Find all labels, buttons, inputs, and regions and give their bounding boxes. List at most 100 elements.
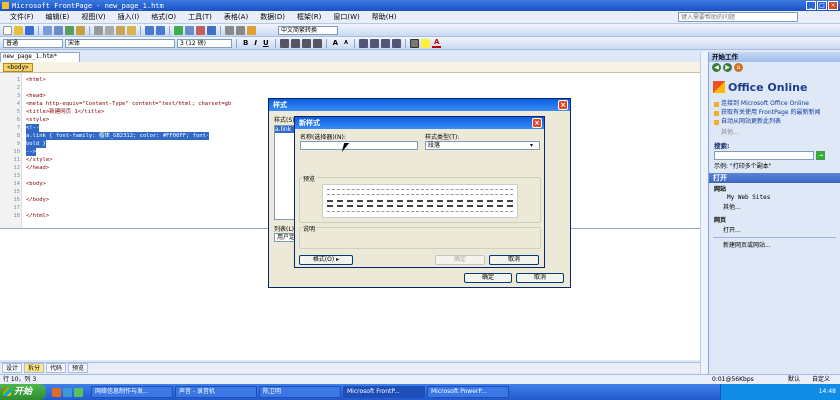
- code-line[interactable]: </head>: [26, 164, 49, 172]
- undo-icon[interactable]: [145, 25, 154, 35]
- close-button[interactable]: ×: [828, 1, 838, 10]
- style-item-a-link[interactable]: a.link: [275, 126, 295, 133]
- increase-font-button[interactable]: A: [331, 39, 340, 47]
- quicklaunch-desktop-icon[interactable]: [74, 387, 83, 397]
- tab-preview[interactable]: 预览: [68, 363, 89, 373]
- menu-edit[interactable]: 编辑(E): [40, 12, 76, 22]
- code-line[interactable]: </style>: [26, 156, 53, 164]
- quick-tag-body[interactable]: <body>: [3, 63, 33, 72]
- bold-button[interactable]: B: [241, 39, 250, 47]
- menu-view[interactable]: 视图(V): [75, 12, 111, 22]
- link-label[interactable]: 连接到 Microsoft Office Online: [721, 100, 809, 108]
- publish-icon[interactable]: [43, 25, 52, 35]
- spelling-icon[interactable]: [76, 25, 85, 35]
- justify-icon[interactable]: [312, 38, 322, 48]
- quicklaunch-ie-icon[interactable]: [63, 387, 72, 397]
- quicklaunch-icon[interactable]: [52, 387, 61, 397]
- refresh-icon[interactable]: [225, 25, 234, 35]
- more-link[interactable]: 其他...: [721, 127, 835, 136]
- print-icon[interactable]: [54, 25, 63, 35]
- menu-insert[interactable]: 插入(I): [112, 12, 146, 22]
- copy-icon[interactable]: [105, 25, 114, 35]
- back-icon[interactable]: ◀: [712, 63, 721, 72]
- italic-button[interactable]: I: [252, 39, 259, 47]
- code-line[interactable]: <head>: [26, 92, 46, 100]
- help-search-input[interactable]: 键入需要帮助的问题: [678, 12, 798, 22]
- forward-icon[interactable]: ▶: [723, 63, 732, 72]
- show-all-icon[interactable]: [236, 25, 245, 35]
- start-button[interactable]: 开始: [0, 384, 46, 400]
- link-auto-update[interactable]: 自动从网站更新此列表: [714, 118, 835, 126]
- chevron-down-icon[interactable]: ▾: [530, 142, 533, 149]
- open-folder-icon[interactable]: [14, 25, 23, 35]
- insert-table-icon[interactable]: [185, 25, 194, 35]
- style-combo[interactable]: 普通: [3, 38, 63, 48]
- numbering-icon[interactable]: [358, 38, 368, 48]
- format-button[interactable]: 格式(O) ▸: [299, 255, 353, 265]
- maximize-button[interactable]: □: [817, 1, 827, 10]
- code-line[interactable]: <title>新建网页 1</title>: [26, 108, 104, 116]
- code-line[interactable]: </body>: [26, 196, 49, 204]
- code-line[interactable]: bold }: [26, 140, 46, 148]
- tab-design[interactable]: 设计: [2, 363, 23, 373]
- menu-help[interactable]: 帮助(H): [366, 12, 403, 22]
- menu-data[interactable]: 数据(D): [254, 12, 291, 22]
- new-page-icon[interactable]: [3, 25, 12, 35]
- vertical-scrollbar[interactable]: [700, 52, 708, 375]
- highlight-icon[interactable]: [420, 38, 430, 48]
- document-tab[interactable]: new_page_1.htm*: [0, 52, 80, 62]
- paste-icon[interactable]: [116, 25, 125, 35]
- code-line[interactable]: </html>: [26, 212, 49, 220]
- align-right-icon[interactable]: [301, 38, 311, 48]
- style-ok-button[interactable]: 确定: [464, 273, 512, 283]
- redo-icon[interactable]: [156, 25, 165, 35]
- minimize-button[interactable]: _: [806, 1, 816, 10]
- insert-web-component-icon[interactable]: [174, 25, 183, 35]
- menu-tools[interactable]: 工具(T): [182, 12, 218, 22]
- taskbar-item[interactable]: 网络信息制作与发...: [91, 386, 173, 398]
- code-line[interactable]: <body>: [26, 180, 46, 188]
- link-office-online[interactable]: 连接到 Microsoft Office Online: [714, 100, 835, 108]
- align-center-icon[interactable]: [290, 38, 300, 48]
- increase-indent-icon[interactable]: [391, 38, 401, 48]
- hyperlink-icon[interactable]: [207, 25, 216, 35]
- borders-icon[interactable]: [409, 38, 419, 48]
- taskbar-item[interactable]: 陈卫明: [259, 386, 341, 398]
- font-combo[interactable]: 宋体: [65, 38, 175, 48]
- decrease-indent-icon[interactable]: [380, 38, 390, 48]
- font-size-combo[interactable]: 3 (12 磅): [177, 38, 232, 48]
- menu-file[interactable]: 文件(F): [4, 12, 40, 22]
- format-painter-icon[interactable]: [127, 25, 136, 35]
- menu-table[interactable]: 表格(A): [218, 12, 254, 22]
- link-label[interactable]: 自动从网站更新此列表: [721, 118, 781, 126]
- taskbar-item[interactable]: 声音 - 录音机: [175, 386, 257, 398]
- site-my-web-sites[interactable]: My Web Sites: [727, 194, 835, 201]
- code-line[interactable]: -->: [26, 148, 36, 156]
- cancel-button[interactable]: 取消: [489, 255, 539, 265]
- underline-button[interactable]: U: [261, 39, 271, 47]
- page-open-link[interactable]: 打开...: [723, 225, 835, 234]
- code-line[interactable]: <meta http-equiv="Content-Type" content=…: [26, 100, 231, 108]
- site-more-link[interactable]: 其他...: [723, 202, 835, 211]
- search-input[interactable]: [714, 151, 814, 160]
- save-icon[interactable]: [25, 25, 34, 35]
- styles-list[interactable]: a.link: [274, 125, 296, 220]
- link-label[interactable]: 获取有关使用 FrontPage 的最新新闻: [721, 109, 821, 117]
- code-line[interactable]: <html>: [26, 76, 46, 84]
- home-icon[interactable]: ⌂: [734, 63, 743, 72]
- style-cancel-button[interactable]: 取消: [516, 273, 564, 283]
- link-news[interactable]: 获取有关使用 FrontPage 的最新新闻: [714, 109, 835, 117]
- decrease-font-button[interactable]: A: [342, 40, 350, 46]
- taskbar-item[interactable]: Microsoft PowerP...: [427, 386, 509, 398]
- font-color-button[interactable]: A: [431, 38, 442, 48]
- style-type-select[interactable]: 段落: [425, 141, 540, 150]
- bullets-icon[interactable]: [369, 38, 379, 48]
- cut-icon[interactable]: [94, 25, 103, 35]
- menu-window[interactable]: 窗口(W): [327, 12, 365, 22]
- menu-frames[interactable]: 框架(R): [291, 12, 327, 22]
- close-icon[interactable]: ×: [532, 118, 542, 128]
- menu-format[interactable]: 格式(O): [145, 12, 182, 22]
- ime-convert-combo[interactable]: 中文简繁转换: [278, 25, 338, 35]
- preview-icon[interactable]: [65, 25, 74, 35]
- search-go-icon[interactable]: →: [816, 151, 825, 160]
